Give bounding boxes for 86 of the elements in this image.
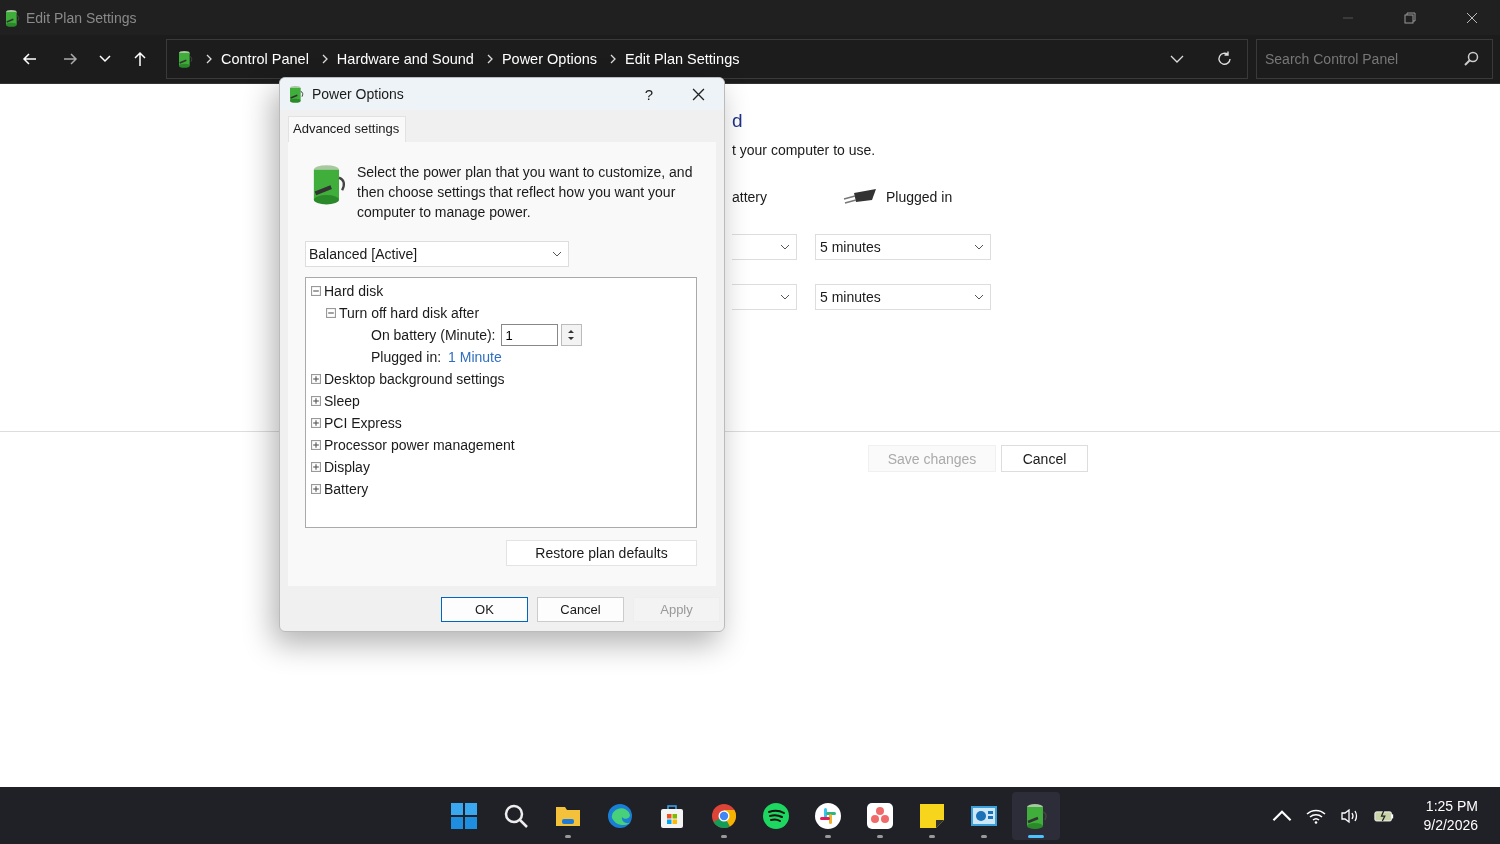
expand-icon[interactable] bbox=[311, 396, 321, 406]
tree-item[interactable]: PCI Express bbox=[324, 415, 402, 431]
search-field[interactable]: Search Control Panel bbox=[1256, 39, 1493, 79]
column-header: Plugged in bbox=[886, 189, 953, 205]
chevron-right-icon bbox=[321, 54, 328, 64]
speaker-icon[interactable] bbox=[1339, 807, 1360, 824]
clock-date: 9/2/2026 bbox=[1423, 817, 1478, 833]
expand-icon[interactable] bbox=[311, 440, 321, 450]
setting-label: On battery (Minute): bbox=[371, 327, 496, 343]
browser-icon bbox=[710, 801, 738, 830]
collapse-icon[interactable] bbox=[311, 286, 321, 296]
refresh-icon bbox=[1217, 51, 1233, 67]
dropdown[interactable]: 5 minutes bbox=[815, 284, 991, 310]
spinner-button[interactable] bbox=[560, 324, 582, 346]
chevron-down-icon bbox=[780, 294, 790, 300]
chevron-down-icon bbox=[974, 244, 984, 250]
clock-time: 1:25 PM bbox=[1425, 798, 1478, 814]
tree-item[interactable]: Display bbox=[324, 459, 370, 475]
sticky-note-icon bbox=[918, 801, 946, 830]
expand-icon[interactable] bbox=[311, 374, 321, 384]
chevron-right-icon bbox=[610, 54, 616, 64]
chevron-down-icon bbox=[1170, 55, 1184, 63]
expand-icon[interactable] bbox=[311, 484, 321, 494]
tree-item[interactable]: Processor power management bbox=[324, 437, 515, 453]
arrow-left-icon bbox=[22, 51, 38, 67]
running-indicator bbox=[825, 834, 831, 838]
running-indicator bbox=[721, 834, 727, 838]
page-heading: d bbox=[732, 110, 744, 132]
breadcrumb-item[interactable]: Edit Plan Settings bbox=[625, 51, 740, 67]
battery-icon bbox=[4, 7, 20, 28]
running-indicator bbox=[565, 834, 571, 838]
setting-label: Plugged in: bbox=[371, 349, 442, 365]
chevron-down-icon bbox=[974, 294, 984, 300]
help-button[interactable]: ? bbox=[634, 79, 664, 109]
battery-icon bbox=[288, 84, 304, 104]
dialog-button[interactable]: Cancel bbox=[537, 597, 624, 622]
running-indicator bbox=[877, 834, 883, 838]
power-plug-icon bbox=[842, 188, 878, 206]
breadcrumb-item[interactable]: Power Options bbox=[501, 51, 597, 67]
clock[interactable]: 1:25 PM 9/2/2026 bbox=[1423, 798, 1478, 833]
active-indicator bbox=[1028, 834, 1044, 838]
breadcrumb-item[interactable]: Control Panel bbox=[221, 51, 309, 67]
up-down-arrows-icon bbox=[567, 328, 575, 342]
expand-icon[interactable] bbox=[311, 418, 321, 428]
arrow-up-icon bbox=[132, 51, 148, 67]
restore-icon bbox=[1404, 11, 1416, 24]
search-icon bbox=[1463, 51, 1479, 67]
battery-icon bbox=[1024, 801, 1048, 830]
setting-value-link[interactable]: 1 Minute bbox=[448, 349, 502, 365]
wifi-icon[interactable] bbox=[1305, 807, 1326, 824]
edge-icon bbox=[606, 801, 634, 830]
expand-icon[interactable] bbox=[311, 462, 321, 472]
column-header: attery bbox=[732, 189, 767, 205]
tab[interactable]: Advanced settings bbox=[288, 116, 407, 142]
taskbar-app[interactable] bbox=[1012, 791, 1060, 840]
cancel-button[interactable]: Cancel bbox=[1001, 445, 1088, 472]
chevron-down-icon bbox=[552, 251, 562, 257]
windows-logo-icon bbox=[450, 801, 478, 830]
dialog-title: Power Options bbox=[312, 86, 404, 102]
instructions-text: Select the power plan that you want to customize, and then choose settings that reflect how you want your computer to manage power. bbox=[357, 163, 694, 222]
window-title: Edit Plan Settings bbox=[26, 9, 137, 26]
restore-defaults-button[interactable]: Restore plan defaults bbox=[506, 540, 697, 566]
chevron-right-icon bbox=[206, 54, 212, 64]
collapse-icon[interactable] bbox=[326, 308, 336, 318]
running-indicator bbox=[929, 834, 935, 838]
breadcrumb-item[interactable]: Hardware and Sound bbox=[336, 51, 474, 67]
tree-item[interactable]: Desktop background settings bbox=[324, 371, 505, 387]
chevron-right-icon bbox=[486, 54, 493, 64]
close-icon bbox=[1466, 11, 1478, 24]
battery-icon bbox=[177, 49, 193, 69]
chevron-down-icon bbox=[99, 55, 111, 63]
tree-item[interactable]: Sleep bbox=[324, 393, 360, 409]
dropdown[interactable]: 5 minutes bbox=[815, 234, 991, 260]
arrow-right-icon bbox=[62, 51, 78, 67]
number-field[interactable]: 1 bbox=[500, 324, 558, 346]
dialog-button[interactable]: OK bbox=[441, 597, 528, 622]
tree-item[interactable]: Battery bbox=[324, 481, 369, 497]
three-dots-icon bbox=[866, 801, 894, 830]
chevron-down-icon bbox=[780, 244, 790, 250]
page-description: t your computer to use. bbox=[732, 141, 877, 159]
sound-waves-icon bbox=[762, 801, 790, 830]
close-icon bbox=[691, 87, 705, 101]
tree-item[interactable]: Hard disk bbox=[324, 283, 384, 299]
tree-item[interactable]: Turn off hard disk after bbox=[339, 305, 480, 321]
plan-dropdown[interactable]: Balanced [Active] bbox=[305, 241, 569, 267]
running-indicator bbox=[981, 834, 987, 838]
